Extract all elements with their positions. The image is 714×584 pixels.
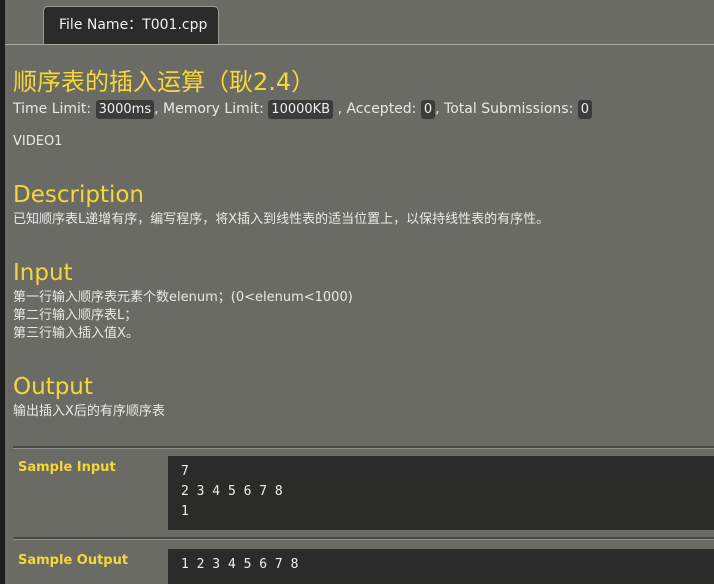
accepted-label: , Accepted: (337, 101, 417, 117)
input-line-1: 第一行输入顺序表元素个数elenum；(0<elenum<1000) (13, 290, 353, 305)
total-submissions-value: 0 (577, 100, 593, 119)
sample-input-divider (13, 446, 714, 449)
sample-input-label: Sample Input (18, 460, 116, 475)
sample-input-box: 7 2 3 4 5 6 7 8 1 (168, 456, 714, 530)
sample-output-label: Sample Output (18, 553, 129, 568)
problem-title: 顺序表的插入运算（耿2.4） (13, 68, 316, 96)
description-text: 已知顺序表L递增有序，编写程序，将X插入到线性表的适当位置上，以保持线性表的有序… (13, 212, 550, 227)
time-limit-label: Time Limit: (13, 101, 92, 117)
total-submissions-label: , Total Submissions: (435, 101, 574, 117)
left-rail (0, 0, 5, 584)
input-line-3: 第三行输入插入值X。 (13, 326, 139, 341)
video-label: VIDEO1 (13, 134, 63, 149)
sample-input-line: 7 (181, 464, 189, 479)
sample-output-line: 1 2 3 4 5 6 7 8 (181, 557, 299, 572)
sample-output-box: 1 2 3 4 5 6 7 8 (168, 549, 714, 584)
description-heading: Description (13, 182, 144, 208)
input-line-2: 第二行输入顺序表L； (13, 308, 138, 323)
file-name-tab[interactable]: File Name：T001.cpp (43, 6, 219, 44)
sample-output-divider (13, 537, 714, 540)
problem-meta: Time Limit: 3000ms, Memory Limit: 10000K… (13, 98, 593, 120)
output-heading: Output (13, 374, 93, 400)
tab-strip: File Name：T001.cpp (5, 0, 714, 46)
accepted-value: 0 (420, 100, 436, 119)
sample-input-line: 2 3 4 5 6 7 8 (181, 484, 283, 499)
memory-limit-value: 10000KB (268, 100, 334, 119)
time-limit-value: 3000ms (95, 100, 155, 119)
output-text: 输出插入X后的有序顺序表 (13, 404, 165, 419)
tab-strip-divider (5, 44, 714, 45)
memory-limit-label: , Memory Limit: (154, 101, 264, 117)
input-heading: Input (13, 260, 73, 286)
sample-input-line: 1 (181, 504, 189, 519)
